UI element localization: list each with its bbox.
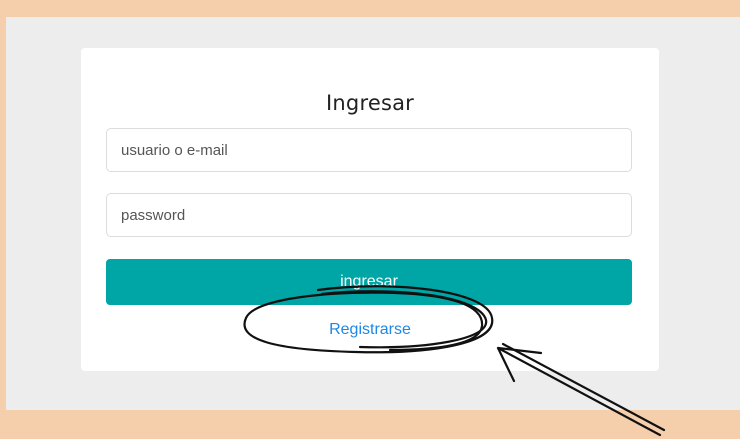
password-input[interactable] (106, 193, 632, 237)
login-button[interactable]: ingresar (106, 259, 632, 305)
register-link[interactable]: Registrarse (0, 321, 740, 339)
username-input[interactable] (106, 128, 632, 172)
login-title: Ingresar (326, 91, 414, 115)
